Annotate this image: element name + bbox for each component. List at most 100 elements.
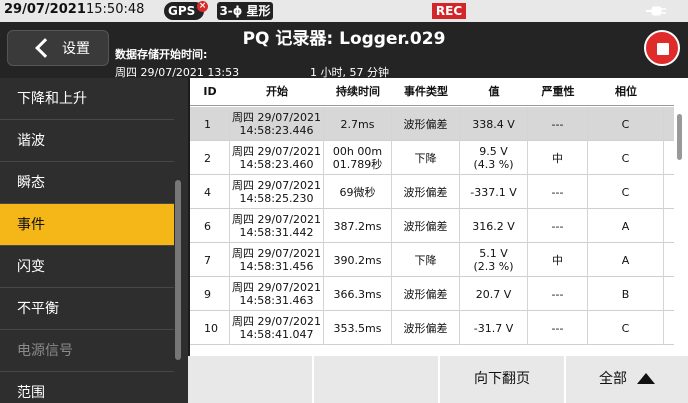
table-row[interactable]: 9 周四 29/07/2021 14:58:31.463 366.3ms 波形偏差 20.… bbox=[190, 277, 674, 311]
cell-severity-text: 中 bbox=[552, 151, 563, 165]
cell-event-type: 波形偏差 bbox=[392, 277, 460, 311]
cell-value: 5.1 V (2.3 %) bbox=[460, 243, 528, 277]
all-filter-label: 全部 bbox=[599, 371, 627, 387]
cell-phase-text: B bbox=[621, 287, 630, 301]
cell-value: 9.5 V (4.3 %) bbox=[460, 141, 528, 175]
status-bar: 29/07/2021 15:50:48 GPS × 3-ϕ 星形 REC bbox=[0, 0, 688, 22]
cell-value-text: 9.5 V (4.3 %) bbox=[473, 145, 513, 171]
cell-id-text: 1 bbox=[204, 117, 211, 131]
cell-severity: 中 bbox=[528, 243, 588, 277]
blank-softkey-2[interactable] bbox=[312, 356, 438, 403]
sidebar-item-transients[interactable]: 瞬态 bbox=[0, 162, 174, 204]
cell-phase-text: C bbox=[621, 151, 630, 165]
page-down-button[interactable]: 向下翻页 bbox=[438, 356, 564, 403]
cell-severity: --- bbox=[528, 311, 588, 345]
cell-start: 周四 29/07/2021 14:58:31.442 bbox=[230, 209, 324, 243]
cell-id: 4 bbox=[190, 175, 230, 209]
cell-value: 338.4 V bbox=[460, 107, 528, 141]
sidebar-item-events[interactable]: 事件 bbox=[0, 204, 174, 246]
cell-severity: --- bbox=[528, 175, 588, 209]
cell-duration-line: 2.7ms bbox=[340, 117, 375, 131]
header: 设置 PQ 记录器: Logger.029 数据存储开始时间: 周四 29/07… bbox=[0, 22, 688, 79]
cell-event-type: 波形偏差 bbox=[392, 107, 460, 141]
cell-duration: 390.2ms bbox=[324, 243, 392, 277]
cell-id-text: 10 bbox=[204, 321, 218, 335]
cell-duration-line: 390.2ms bbox=[333, 253, 382, 267]
cell-severity-text: --- bbox=[551, 321, 564, 335]
cell-value: -337.1 V bbox=[460, 175, 528, 209]
cell-duration: 69微秒 bbox=[324, 175, 392, 209]
sidebar-item-mains-signaling[interactable]: 电源信号 bbox=[0, 330, 174, 372]
cell-start: 周四 29/07/2021 14:58:31.463 bbox=[230, 277, 324, 311]
status-date: 29/07/2021 bbox=[4, 2, 86, 17]
cell-duration-text: 353.5ms bbox=[334, 322, 382, 335]
cell-start-line: 14:58:41.047 bbox=[239, 328, 314, 341]
cell-value: -31.7 V bbox=[460, 311, 528, 345]
table-scrollbar[interactable] bbox=[677, 114, 682, 160]
cell-start-line: 14:58:31.442 bbox=[239, 226, 314, 239]
table-row[interactable]: 6 周四 29/07/2021 14:58:31.442 387.2ms 波形偏差 316… bbox=[190, 209, 674, 243]
cell-start-line: 周四 29/07/2021 bbox=[232, 315, 321, 328]
cell-event-type-text: 波形偏差 bbox=[403, 219, 448, 233]
cell-event-type: 下降 bbox=[392, 243, 460, 277]
gps-label: GPS bbox=[168, 4, 196, 18]
status-time: 15:50:48 bbox=[86, 2, 145, 17]
table-row[interactable]: 1 周四 29/07/2021 14:58:23.446 2.7ms 波形偏差 338.4… bbox=[190, 107, 674, 141]
blank-softkey-1[interactable] bbox=[188, 356, 312, 403]
cell-start-line: 周四 29/07/2021 bbox=[232, 247, 321, 260]
cell-start-line: 14:58:23.460 bbox=[239, 158, 314, 171]
cell-duration-line: 01.789秒 bbox=[332, 158, 383, 171]
cell-event-type: 波形偏差 bbox=[392, 209, 460, 243]
sidebar-item-scope[interactable]: 范围 bbox=[0, 372, 174, 403]
all-filter-button[interactable]: 全部 bbox=[564, 356, 688, 403]
table-row[interactable]: 10 周四 29/07/2021 14:58:41.047 353.5ms 波形偏差 -3… bbox=[190, 311, 674, 345]
cell-duration-text: 366.3ms bbox=[334, 288, 382, 301]
cell-duration-line: 387.2ms bbox=[333, 219, 382, 233]
cell-severity-text: 中 bbox=[552, 253, 563, 267]
cell-start: 周四 29/07/2021 14:58:23.446 bbox=[230, 107, 324, 141]
cell-start-line: 周四 29/07/2021 bbox=[232, 145, 321, 158]
col-header-value: 值 bbox=[488, 85, 500, 98]
table-header: ID 开始 持续时间 事件类型 值 严重性 相位 bbox=[190, 78, 674, 106]
cell-id: 7 bbox=[190, 243, 230, 277]
col-header-start: 开始 bbox=[266, 85, 288, 98]
sidebar-item-dips-swells[interactable]: 下降和上升 bbox=[0, 78, 174, 120]
cell-phase-text: A bbox=[621, 253, 630, 267]
cell-event-type: 波形偏差 bbox=[392, 311, 460, 345]
cell-id: 1 bbox=[190, 107, 230, 141]
stop-recording-button[interactable] bbox=[644, 30, 680, 66]
cell-id-text: 9 bbox=[204, 287, 211, 301]
cell-value-line: -337.1 V bbox=[470, 185, 517, 199]
sidebar-item-harmonics[interactable]: 谐波 bbox=[0, 120, 174, 162]
cell-duration: 366.3ms bbox=[324, 277, 392, 311]
sidebar-item-unbalance[interactable]: 不平衡 bbox=[0, 288, 174, 330]
table-row[interactable]: 4 周四 29/07/2021 14:58:25.230 69微秒 波形偏差 -337.1… bbox=[190, 175, 674, 209]
triangle-up-icon bbox=[637, 373, 655, 384]
cell-duration-line: 353.5ms bbox=[333, 321, 382, 335]
cell-value-line: 338.4 V bbox=[472, 117, 515, 131]
cell-start-text: 周四 29/07/2021 14:58:31.463 bbox=[232, 281, 321, 307]
cell-id-text: 2 bbox=[204, 151, 211, 165]
cell-start-line: 14:58:31.463 bbox=[239, 294, 314, 307]
cell-duration-text: 387.2ms bbox=[334, 220, 382, 233]
table-row[interactable]: 2 周四 29/07/2021 14:58:23.460 00h 00m 01.789秒… bbox=[190, 141, 674, 175]
cell-value-text: -337.1 V bbox=[470, 186, 516, 199]
cell-event-type-text: 波形偏差 bbox=[403, 287, 448, 301]
rec-indicator: REC bbox=[432, 3, 466, 19]
cell-severity-text: --- bbox=[551, 117, 564, 131]
col-header-duration: 持续时间 bbox=[336, 85, 380, 98]
table-row[interactable]: 7 周四 29/07/2021 14:58:31.456 390.2ms 下降 5.1 V… bbox=[190, 243, 674, 277]
cell-start-line: 周四 29/07/2021 bbox=[232, 213, 321, 226]
sidebar-scrollbar[interactable] bbox=[175, 180, 181, 360]
cell-value-line: (2.3 %) bbox=[473, 260, 514, 273]
cell-duration: 2.7ms bbox=[324, 107, 392, 141]
cell-start-text: 周四 29/07/2021 14:58:31.442 bbox=[232, 213, 321, 239]
cell-duration: 387.2ms bbox=[324, 209, 392, 243]
cell-event-type-text: 波形偏差 bbox=[403, 185, 448, 199]
cell-value-text: 20.7 V bbox=[476, 288, 512, 301]
sidebar-item-flicker[interactable]: 闪变 bbox=[0, 246, 174, 288]
cell-event-type: 波形偏差 bbox=[392, 175, 460, 209]
cell-event-type-text: 波形偏差 bbox=[403, 321, 448, 335]
gps-indicator: GPS × bbox=[164, 1, 208, 20]
cell-phase-text: C bbox=[621, 321, 630, 335]
